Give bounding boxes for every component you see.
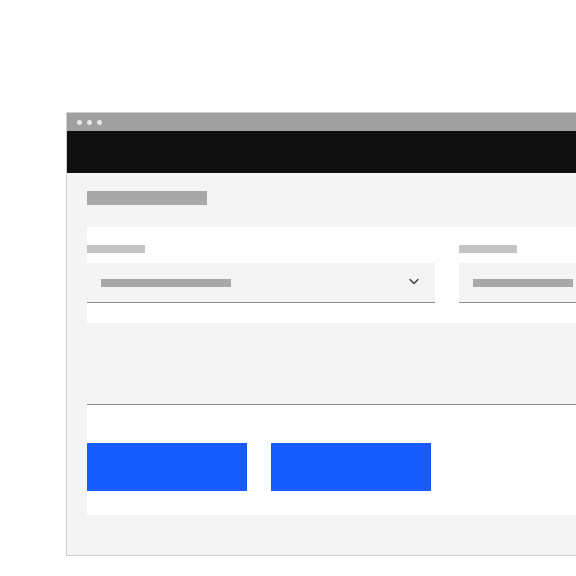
window-control-dot[interactable] — [77, 120, 82, 125]
window-control-dot[interactable] — [87, 120, 92, 125]
field-label — [87, 245, 145, 253]
form-row — [87, 245, 576, 303]
field-group-b — [459, 245, 576, 303]
app-header — [67, 131, 576, 173]
button-row — [87, 443, 576, 491]
text-input[interactable] — [459, 263, 576, 303]
page-content — [67, 173, 576, 555]
select-input[interactable] — [87, 263, 435, 303]
primary-button[interactable] — [87, 443, 247, 491]
field-group-a — [87, 245, 435, 303]
page-title — [87, 191, 207, 205]
window-control-dot[interactable] — [97, 120, 102, 125]
secondary-button[interactable] — [271, 443, 431, 491]
app-window — [66, 112, 576, 556]
form-card — [87, 227, 576, 515]
chevron-down-icon — [407, 273, 421, 292]
window-titlebar — [67, 113, 576, 131]
textarea-input[interactable] — [87, 323, 576, 405]
field-label — [459, 245, 517, 253]
input-value — [473, 279, 573, 287]
select-value — [101, 279, 231, 287]
